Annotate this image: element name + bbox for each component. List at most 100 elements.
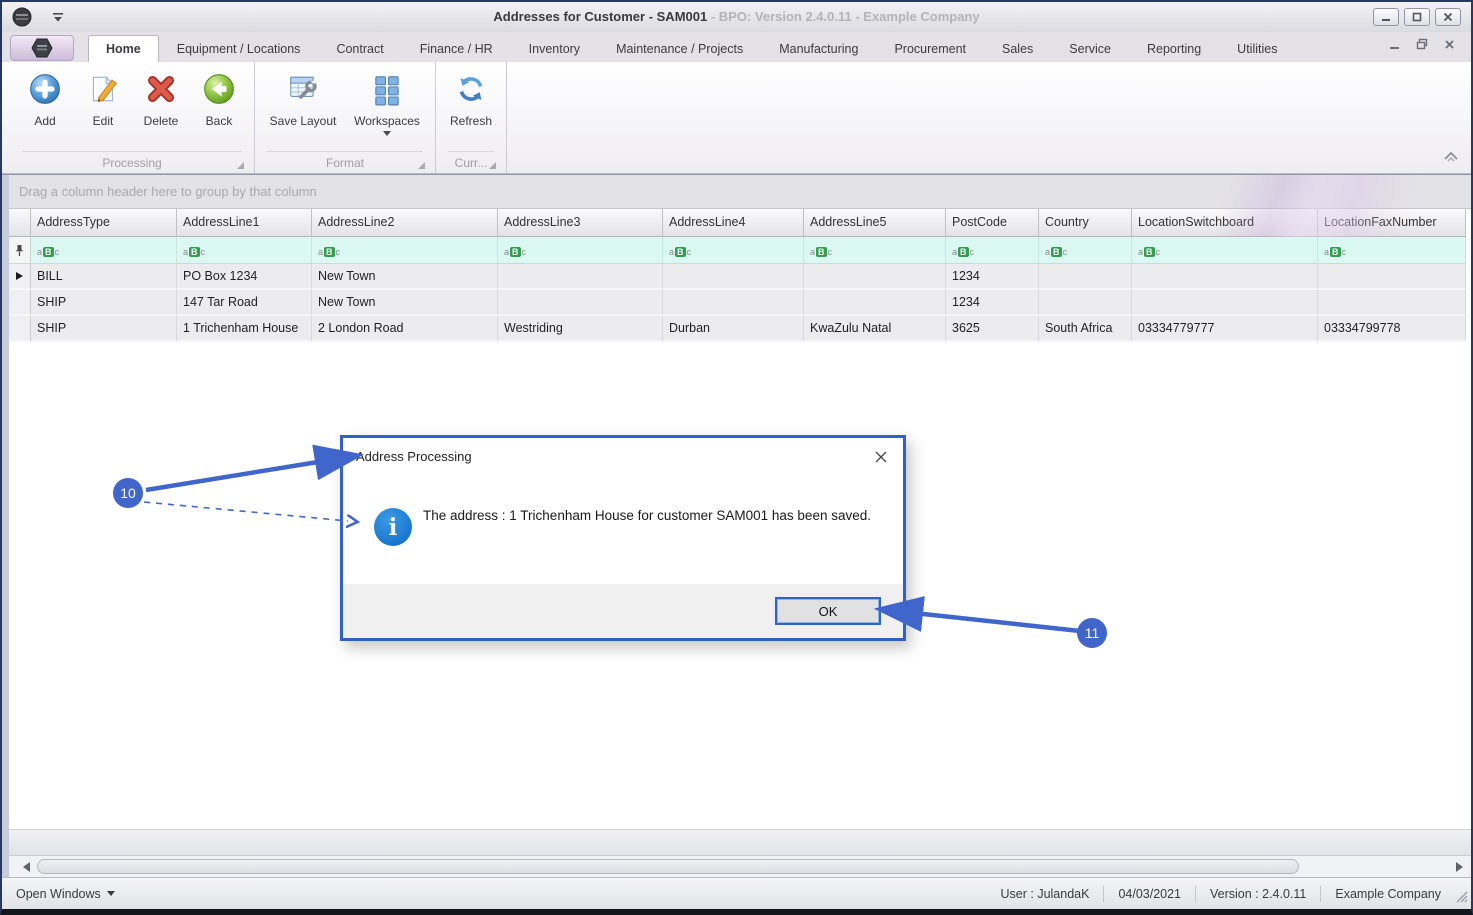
- cell-AddressLine2[interactable]: New Town: [312, 264, 498, 290]
- column-header-AddressLine3[interactable]: AddressLine3: [498, 209, 663, 237]
- cell-AddressLine1[interactable]: 1 Trichenham House: [177, 316, 312, 342]
- scrollbar-thumb[interactable]: [37, 859, 1299, 874]
- tab-maintenance-projects[interactable]: Maintenance / Projects: [598, 35, 761, 62]
- ok-button[interactable]: OK: [775, 597, 881, 625]
- tab-finance-hr[interactable]: Finance / HR: [402, 35, 511, 62]
- filter-cell-AddressLine4[interactable]: aBc: [663, 237, 804, 264]
- group-label-processing: Processing: [22, 151, 244, 173]
- refresh-button[interactable]: Refresh: [442, 68, 500, 128]
- table-row[interactable]: BILL PO Box 1234 New Town 1234: [9, 264, 1471, 290]
- scroll-left-icon[interactable]: [23, 862, 30, 872]
- column-header-AddressLine2[interactable]: AddressLine2: [312, 209, 498, 237]
- filter-cell-AddressType[interactable]: aBc: [31, 237, 177, 264]
- cell-PostCode[interactable]: 1234: [946, 290, 1039, 316]
- maximize-button[interactable]: [1404, 8, 1430, 26]
- cell-AddressLine4[interactable]: [663, 290, 804, 316]
- cell-PostCode[interactable]: 1234: [946, 264, 1039, 290]
- delete-button[interactable]: Delete: [132, 68, 190, 128]
- tab-equipment-locations[interactable]: Equipment / Locations: [159, 35, 319, 62]
- tab-inventory[interactable]: Inventory: [511, 35, 598, 62]
- open-windows-dropdown[interactable]: Open Windows: [2, 887, 115, 901]
- cell-Country[interactable]: [1039, 264, 1132, 290]
- column-header-AddressType[interactable]: AddressType: [31, 209, 177, 237]
- resize-grip-icon[interactable]: [1454, 889, 1468, 906]
- column-header-Country[interactable]: Country: [1039, 209, 1132, 237]
- workspaces-button[interactable]: Workspaces: [345, 68, 429, 136]
- group-by-panel[interactable]: Drag a column header here to group by th…: [9, 175, 1471, 209]
- filter-cell-AddressLine1[interactable]: aBc: [177, 237, 312, 264]
- cell-AddressLine4[interactable]: Durban: [663, 316, 804, 342]
- cell-PostCode[interactable]: 3625: [946, 316, 1039, 342]
- back-button[interactable]: Back: [190, 68, 248, 128]
- column-header-LocationFaxNumber[interactable]: LocationFaxNumber: [1318, 209, 1466, 237]
- collapse-ribbon-icon[interactable]: [1443, 149, 1459, 167]
- cell-LocationFaxNumber[interactable]: [1318, 290, 1466, 316]
- workspaces-dropdown-icon[interactable]: [383, 131, 391, 136]
- tab-utilities[interactable]: Utilities: [1219, 35, 1295, 62]
- cell-AddressLine2[interactable]: 2 London Road: [312, 316, 498, 342]
- cell-LocationSwitchboard[interactable]: [1132, 290, 1318, 316]
- dialog-close-icon[interactable]: [871, 447, 891, 467]
- filter-cell-AddressLine2[interactable]: aBc: [312, 237, 498, 264]
- cell-AddressLine3[interactable]: Westriding: [498, 316, 663, 342]
- application-menu-button[interactable]: [10, 35, 74, 61]
- tab-service[interactable]: Service: [1051, 35, 1129, 62]
- tab-reporting[interactable]: Reporting: [1129, 35, 1219, 62]
- cell-Country[interactable]: South Africa: [1039, 316, 1132, 342]
- column-header-AddressLine1[interactable]: AddressLine1: [177, 209, 312, 237]
- row-indicator: [9, 264, 31, 290]
- cell-AddressLine3[interactable]: [498, 264, 663, 290]
- edit-button[interactable]: Edit: [74, 68, 132, 128]
- cell-AddressType[interactable]: SHIP: [31, 290, 177, 316]
- cell-AddressLine2[interactable]: New Town: [312, 290, 498, 316]
- cell-AddressLine4[interactable]: [663, 264, 804, 290]
- cell-AddressLine1[interactable]: 147 Tar Road: [177, 290, 312, 316]
- filter-cell-PostCode[interactable]: aBc: [946, 237, 1039, 264]
- dialog-launcher-icon[interactable]: [418, 162, 425, 169]
- cell-LocationSwitchboard[interactable]: 03334779777: [1132, 316, 1318, 342]
- dialog-launcher-icon[interactable]: [237, 162, 244, 169]
- column-header-AddressLine5[interactable]: AddressLine5: [804, 209, 946, 237]
- divider: [1195, 885, 1197, 902]
- column-header-LocationSwitchboard[interactable]: LocationSwitchboard: [1132, 209, 1318, 237]
- dialog-launcher-icon[interactable]: [489, 162, 496, 169]
- cell-AddressType[interactable]: BILL: [31, 264, 177, 290]
- filter-cell-AddressLine3[interactable]: aBc: [498, 237, 663, 264]
- tab-manufacturing[interactable]: Manufacturing: [761, 35, 876, 62]
- cell-AddressLine3[interactable]: [498, 290, 663, 316]
- scroll-right-icon[interactable]: [1456, 862, 1463, 872]
- tab-sales[interactable]: Sales: [984, 35, 1051, 62]
- minimize-button[interactable]: [1373, 8, 1399, 26]
- filter-cell-LocationFaxNumber[interactable]: aBc: [1318, 237, 1466, 264]
- callout-11-badge: 11: [1077, 618, 1107, 648]
- ribbon-close-icon[interactable]: [1444, 37, 1455, 55]
- cell-AddressType[interactable]: SHIP: [31, 316, 177, 342]
- table-row[interactable]: SHIP 1 Trichenham House 2 London Road Westr…: [9, 316, 1471, 342]
- cell-LocationFaxNumber[interactable]: 03334799778: [1318, 316, 1466, 342]
- column-header-PostCode[interactable]: PostCode: [946, 209, 1039, 237]
- cell-AddressLine1[interactable]: PO Box 1234: [177, 264, 312, 290]
- cell-Country[interactable]: [1039, 290, 1132, 316]
- tab-home[interactable]: Home: [88, 35, 159, 62]
- tab-contract[interactable]: Contract: [318, 35, 401, 62]
- column-header-AddressLine4[interactable]: AddressLine4: [663, 209, 804, 237]
- filter-cell-LocationSwitchboard[interactable]: aBc: [1132, 237, 1318, 264]
- ribbon-minimize-icon[interactable]: [1389, 37, 1400, 55]
- cell-LocationSwitchboard[interactable]: [1132, 264, 1318, 290]
- tab-procurement[interactable]: Procurement: [876, 35, 984, 62]
- abc-filter-icon: aBc: [952, 247, 975, 257]
- filter-cell-AddressLine5[interactable]: aBc: [804, 237, 946, 264]
- horizontal-scrollbar[interactable]: [9, 855, 1471, 877]
- ribbon-restore-icon[interactable]: [1416, 37, 1428, 55]
- cell-AddressLine5[interactable]: [804, 264, 946, 290]
- dialog-message: The address : 1 Trichenham House for cus…: [423, 508, 871, 523]
- cell-AddressLine5[interactable]: KwaZulu Natal: [804, 316, 946, 342]
- save-layout-button[interactable]: Save Layout: [261, 68, 345, 128]
- filter-pin-icon[interactable]: [9, 237, 31, 264]
- close-button[interactable]: [1435, 8, 1461, 26]
- add-button[interactable]: Add: [16, 68, 74, 128]
- cell-AddressLine5[interactable]: [804, 290, 946, 316]
- filter-cell-Country[interactable]: aBc: [1039, 237, 1132, 264]
- table-row[interactable]: SHIP 147 Tar Road New Town 1234: [9, 290, 1471, 316]
- cell-LocationFaxNumber[interactable]: [1318, 264, 1466, 290]
